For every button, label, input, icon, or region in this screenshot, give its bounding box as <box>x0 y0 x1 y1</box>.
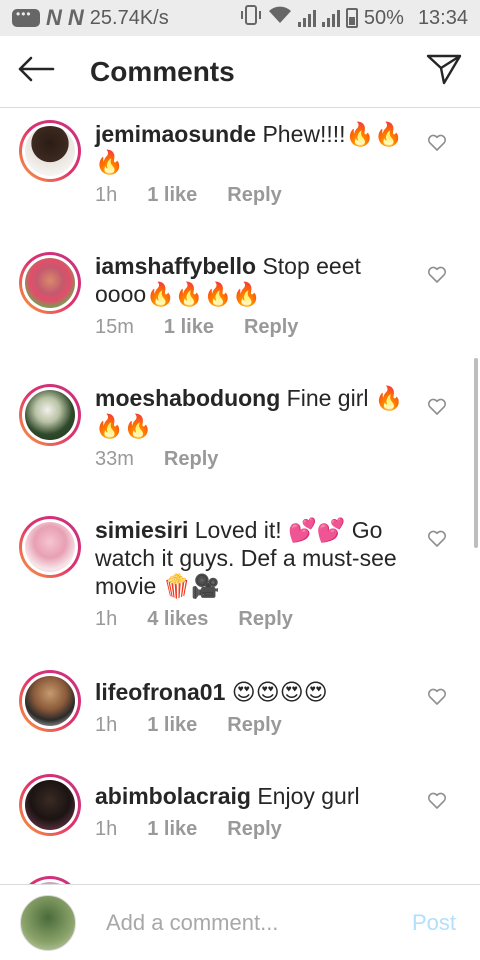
direct-share-icon <box>426 53 462 90</box>
share-button[interactable] <box>408 36 480 108</box>
comment-input[interactable] <box>106 909 376 936</box>
network-speed: 25.74K/s <box>89 6 169 29</box>
avatar[interactable] <box>19 774 81 836</box>
comment-list[interactable]: jemimaosunde Phew!!!!🔥🔥🔥 1h 1 like Reply… <box>0 108 480 884</box>
comment-likes[interactable]: 1 like <box>164 316 214 339</box>
page-title: Comments <box>90 55 235 87</box>
avatar[interactable] <box>19 120 81 182</box>
avatar[interactable] <box>19 384 81 446</box>
comment-time: 1h <box>95 818 118 840</box>
netflix-notification-icon: N <box>46 5 62 30</box>
chat-notification-icon <box>12 7 40 27</box>
heart-icon[interactable] <box>427 530 449 550</box>
reply-button[interactable]: Reply <box>244 316 298 339</box>
status-bar: N N 25.74K/s 50% 13:34 <box>0 0 480 36</box>
battery-icon <box>345 8 358 28</box>
heart-icon[interactable] <box>427 398 449 418</box>
comment-item: abimbolacraig Enjoy gurl 1h 1 like Reply <box>0 770 480 862</box>
comment-username[interactable]: moeshaboduong <box>95 385 280 411</box>
battery-level: 50% <box>363 6 404 29</box>
avatar[interactable] <box>19 876 81 884</box>
comment-time: 15m <box>95 316 134 338</box>
signal-icon-2 <box>321 9 340 27</box>
clock: 13:34 <box>417 6 468 29</box>
back-button[interactable] <box>0 36 72 108</box>
current-user-avatar <box>20 894 76 951</box>
reply-button[interactable]: Reply <box>227 818 281 841</box>
reply-button[interactable]: Reply <box>164 448 218 471</box>
comment-text: 😍😍😍😍 <box>231 679 328 705</box>
heart-icon[interactable] <box>427 266 449 286</box>
reply-button[interactable]: Reply <box>227 184 281 207</box>
post-button[interactable]: Post <box>412 910 456 936</box>
scrollbar[interactable] <box>474 358 478 548</box>
comment-username[interactable]: jemimaosunde <box>95 121 256 147</box>
reply-button[interactable]: Reply <box>238 608 292 631</box>
comment-time: 33m <box>95 448 134 470</box>
vibrate-icon <box>240 5 262 31</box>
comment-item: lifeofrona01 😍😍😍😍 1h 1 like Reply <box>0 666 480 758</box>
signal-icon <box>297 9 316 27</box>
comment-likes[interactable]: 1 like <box>147 818 197 841</box>
heart-icon[interactable] <box>427 792 449 812</box>
avatar[interactable] <box>19 670 81 732</box>
comments-header: Comments <box>0 36 480 108</box>
heart-icon[interactable] <box>427 134 449 154</box>
wifi-icon <box>268 6 292 30</box>
arrow-left-icon <box>17 56 55 87</box>
comment-text: Enjoy gurl <box>257 783 360 809</box>
comment-username[interactable]: lifeofrona01 <box>95 679 225 705</box>
comment-username[interactable]: simiesiri <box>95 517 188 543</box>
comment-username[interactable]: abimbolacraig <box>95 783 251 809</box>
comment-time: 1h <box>95 714 118 736</box>
comment-item: moeshaboduong Fine girl 🔥🔥🔥 33m Reply <box>0 372 480 492</box>
avatar[interactable] <box>19 516 81 578</box>
netflix-notification-icon-2: N <box>67 5 84 30</box>
comment-likes[interactable]: 4 likes <box>147 608 208 631</box>
comment-username[interactable]: iamshaffybello <box>95 253 256 279</box>
comment-time: 1h <box>95 184 118 206</box>
avatar[interactable] <box>19 252 81 314</box>
comment-item: jemimaosunde Phew!!!!🔥🔥🔥 1h 1 like Reply <box>0 108 480 228</box>
comment-time: 1h <box>95 608 118 630</box>
comment-likes[interactable]: 1 like <box>147 184 197 207</box>
comment-likes[interactable]: 1 like <box>147 714 197 737</box>
comment-item: simiesiri Loved it! 💕💕 Go watch it guys.… <box>0 504 480 654</box>
comment-item: iamshaffybello Stop eeet oooo🔥🔥🔥🔥 15m 1 … <box>0 240 480 360</box>
comment-composer: Post <box>0 884 480 960</box>
heart-icon[interactable] <box>427 688 449 708</box>
reply-button[interactable]: Reply <box>227 714 281 737</box>
